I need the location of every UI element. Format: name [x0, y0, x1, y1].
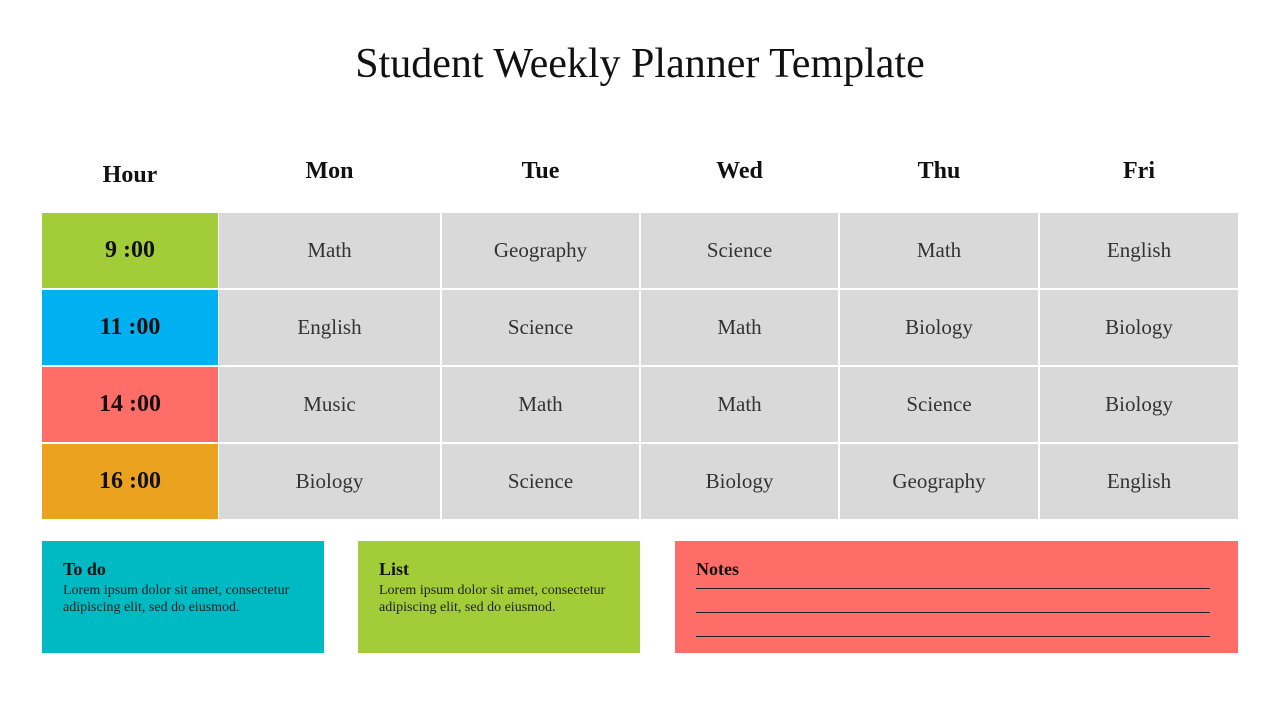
list-box: List Lorem ipsum dolor sit amet, consect…	[358, 541, 640, 653]
todo-box: To do Lorem ipsum dolor sit amet, consec…	[42, 541, 324, 653]
subject-cell: Science	[442, 290, 639, 365]
header-hour: Hour	[102, 162, 158, 188]
notes-line	[696, 636, 1210, 637]
hour-cell: 9 :00	[42, 213, 218, 288]
list-text: Lorem ipsum dolor sit amet, consectetur …	[379, 583, 606, 615]
list-title: List	[379, 559, 410, 579]
notes-line	[696, 612, 1210, 613]
subject-cell: Math	[219, 213, 440, 288]
subject-cell: Math	[641, 367, 838, 442]
subject-cell: Math	[641, 290, 838, 365]
todo-title: To do	[63, 559, 106, 579]
subject-cell: Geography	[442, 213, 639, 288]
header-wed: Wed	[716, 158, 763, 184]
subject-cell: Biology	[1040, 367, 1238, 442]
notes-line	[696, 588, 1210, 589]
header-fri: Fri	[1123, 158, 1155, 184]
subject-cell: English	[1040, 213, 1238, 288]
notes-box: Notes	[675, 541, 1238, 653]
subject-cell: Biology	[1040, 290, 1238, 365]
hour-cell: 14 :00	[42, 367, 218, 442]
header-thu: Thu	[917, 158, 961, 184]
subject-cell: English	[1040, 444, 1238, 519]
subject-cell: Math	[442, 367, 639, 442]
subject-cell: Science	[840, 367, 1038, 442]
subject-cell: Music	[219, 367, 440, 442]
page-title: Student Weekly Planner Template	[355, 41, 925, 87]
subject-cell: Science	[641, 213, 838, 288]
notes-title: Notes	[696, 559, 739, 579]
subject-cell: Math	[840, 213, 1038, 288]
subject-cell: Biology	[641, 444, 838, 519]
subject-cell: English	[219, 290, 440, 365]
todo-text: Lorem ipsum dolor sit amet, consectetur …	[63, 583, 290, 615]
subject-cell: Geography	[840, 444, 1038, 519]
hour-cell: 11 :00	[42, 290, 218, 365]
subject-cell: Biology	[840, 290, 1038, 365]
subject-cell: Science	[442, 444, 639, 519]
subject-cell: Biology	[219, 444, 440, 519]
header-tue: Tue	[521, 158, 560, 184]
header-mon: Mon	[305, 158, 354, 184]
hour-cell: 16 :00	[42, 444, 218, 519]
